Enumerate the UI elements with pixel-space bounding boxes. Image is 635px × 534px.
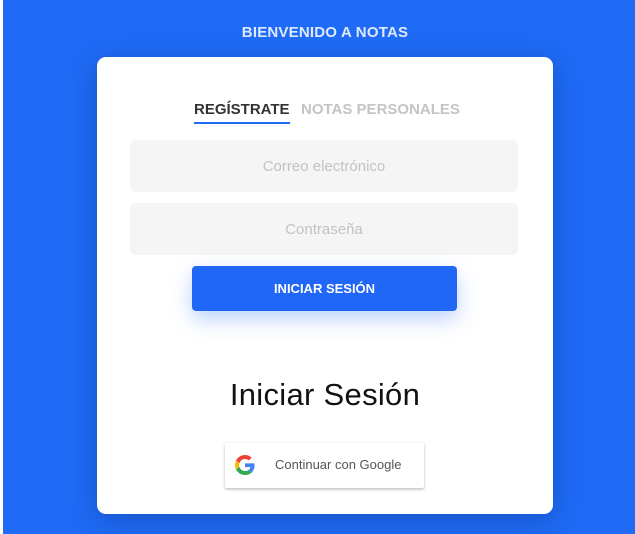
welcome-title: BIENVENIDO A NOTAS bbox=[241, 24, 409, 41]
tab-bar: REGÍSTRATE NOTAS PERSONALES bbox=[97, 101, 553, 131]
google-signin-label: Continuar con Google bbox=[275, 457, 402, 472]
login-button[interactable]: INICIAR SESIÓN bbox=[192, 266, 457, 311]
google-signin-button[interactable]: Continuar con Google bbox=[225, 443, 424, 488]
login-card: REGÍSTRATE NOTAS PERSONALES INICIAR SESI… bbox=[97, 57, 553, 514]
tab-personal-notes[interactable]: NOTAS PERSONALES bbox=[301, 101, 460, 118]
email-input[interactable] bbox=[130, 140, 518, 192]
password-input[interactable] bbox=[130, 203, 518, 255]
page-background: BIENVENIDO A NOTAS REGÍSTRATE NOTAS PERS… bbox=[3, 0, 635, 534]
login-heading: Iniciar Sesión bbox=[229, 377, 421, 412]
google-g-icon bbox=[235, 455, 255, 475]
tab-register[interactable]: REGÍSTRATE bbox=[194, 101, 290, 124]
viewport: BIENVENIDO A NOTAS REGÍSTRATE NOTAS PERS… bbox=[0, 0, 635, 534]
